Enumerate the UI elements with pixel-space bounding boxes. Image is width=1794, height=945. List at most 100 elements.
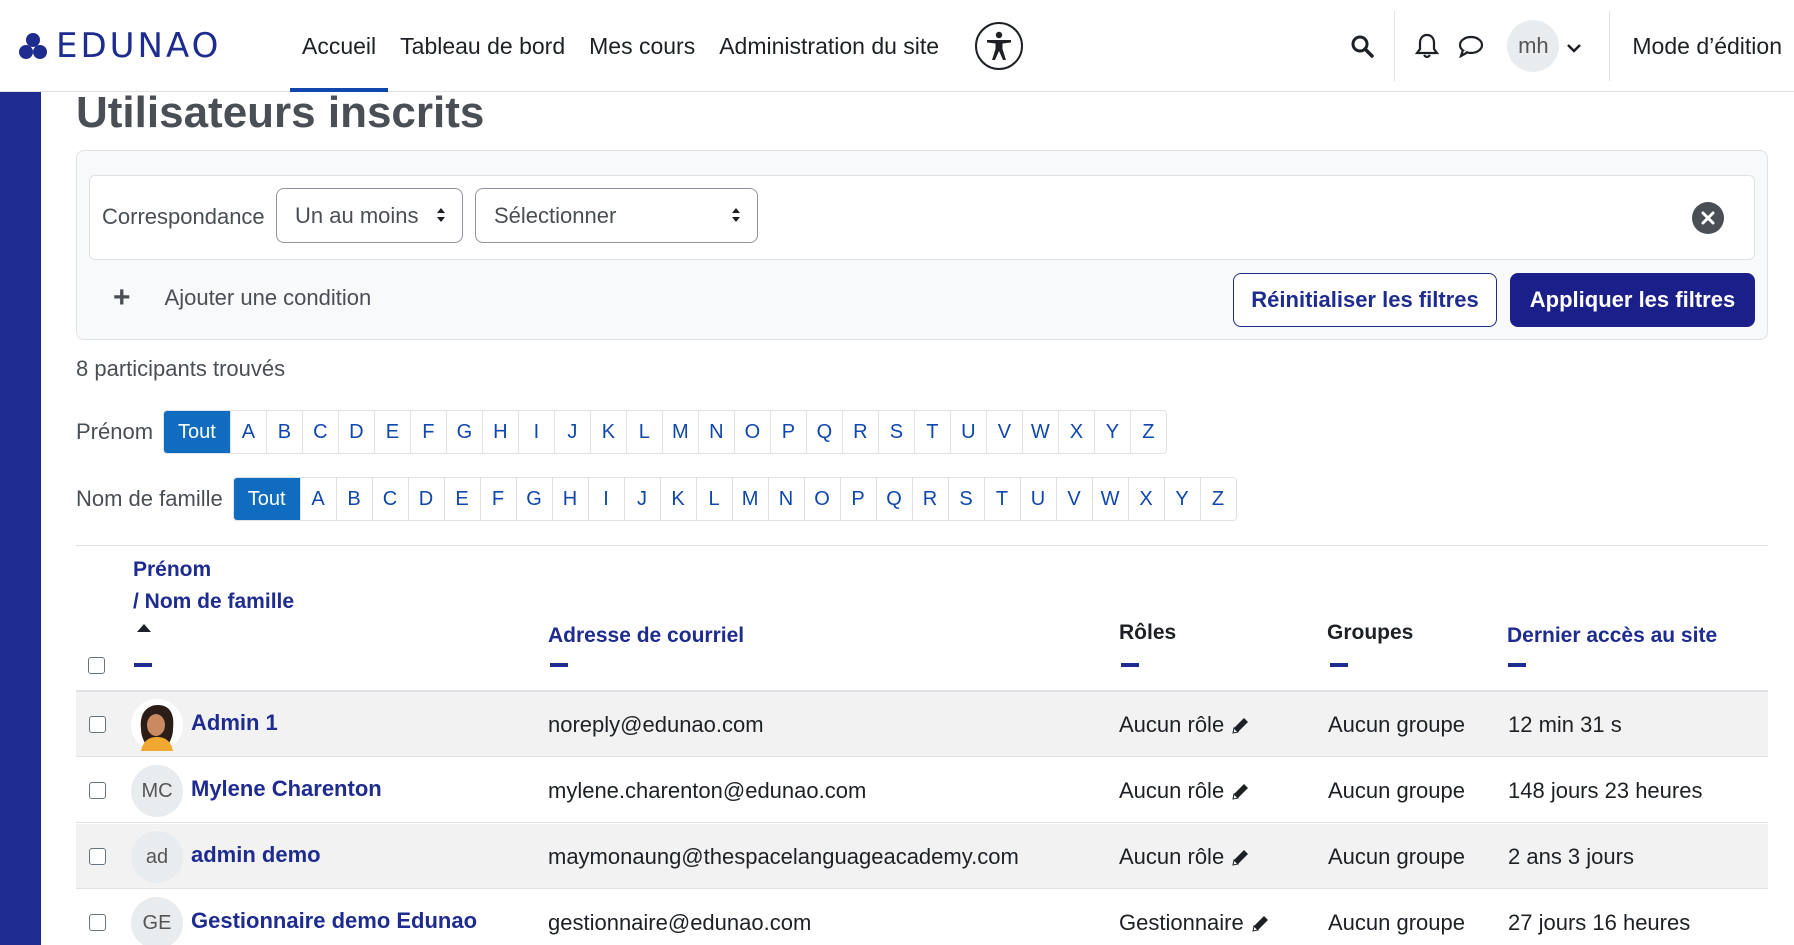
header-firstname[interactable]: Prénom bbox=[133, 558, 211, 582]
nav-site-admin[interactable]: Administration du site bbox=[707, 0, 951, 92]
bell-icon[interactable] bbox=[1405, 24, 1449, 68]
pencil-icon[interactable] bbox=[1250, 914, 1270, 934]
chevron-down-icon[interactable] bbox=[1567, 33, 1582, 59]
initial-letter-t[interactable]: T bbox=[913, 411, 950, 453]
initial-letter-g[interactable]: G bbox=[445, 411, 482, 453]
initial-letter-x[interactable]: X bbox=[1127, 478, 1164, 520]
initial-letter-l[interactable]: L bbox=[625, 411, 662, 453]
avatar[interactable] bbox=[131, 699, 183, 751]
initial-letter-a[interactable]: A bbox=[299, 478, 336, 520]
initial-letter-p[interactable]: P bbox=[769, 411, 806, 453]
header-lastname[interactable]: / Nom de famille bbox=[133, 590, 294, 614]
collapse-column-icon[interactable] bbox=[1508, 663, 1526, 667]
initial-letter-c[interactable]: C bbox=[371, 478, 408, 520]
collapse-column-icon[interactable] bbox=[1121, 663, 1139, 667]
initial-letter-o[interactable]: O bbox=[733, 411, 770, 453]
select-all-checkbox[interactable] bbox=[88, 657, 105, 674]
brand-logo[interactable]: EDUNAO bbox=[18, 26, 221, 66]
initial-letter-y[interactable]: Y bbox=[1093, 411, 1130, 453]
edit-mode-toggle[interactable]: Mode d’édition bbox=[1620, 33, 1794, 60]
initial-letter-l[interactable]: L bbox=[695, 478, 732, 520]
initial-letter-v[interactable]: V bbox=[985, 411, 1022, 453]
accessibility-icon[interactable] bbox=[975, 22, 1024, 70]
initial-letter-w[interactable]: W bbox=[1091, 478, 1128, 520]
initial-letter-e[interactable]: E bbox=[443, 478, 480, 520]
initial-letter-n[interactable]: N bbox=[697, 411, 734, 453]
match-select[interactable]: Un au moins bbox=[276, 188, 463, 243]
initial-letter-h[interactable]: H bbox=[481, 411, 518, 453]
user-name-link[interactable]: admin demo bbox=[191, 842, 321, 868]
initial-letter-k[interactable]: K bbox=[589, 411, 626, 453]
nav-home[interactable]: Accueil bbox=[290, 0, 389, 92]
initial-letter-q[interactable]: Q bbox=[805, 411, 842, 453]
initial-letter-q[interactable]: Q bbox=[875, 478, 912, 520]
initial-letter-x[interactable]: X bbox=[1057, 411, 1094, 453]
initial-letter-t[interactable]: T bbox=[983, 478, 1020, 520]
initial-letter-d[interactable]: D bbox=[407, 478, 444, 520]
initial-letter-k[interactable]: K bbox=[659, 478, 696, 520]
initial-letter-e[interactable]: E bbox=[373, 411, 410, 453]
initial-letter-y[interactable]: Y bbox=[1163, 478, 1200, 520]
filter-type-select[interactable]: Sélectionner bbox=[475, 188, 758, 243]
initial-letter-u[interactable]: U bbox=[1019, 478, 1056, 520]
row-checkbox[interactable] bbox=[89, 848, 106, 865]
initial-letter-u[interactable]: U bbox=[949, 411, 986, 453]
initial-letter-i[interactable]: I bbox=[517, 411, 554, 453]
initial-letter-m[interactable]: M bbox=[661, 411, 698, 453]
pencil-icon[interactable] bbox=[1230, 848, 1250, 868]
avatar[interactable]: GE bbox=[131, 897, 183, 945]
initial-letter-w[interactable]: W bbox=[1021, 411, 1058, 453]
initial-letter-n[interactable]: N bbox=[767, 478, 804, 520]
remove-condition-icon[interactable] bbox=[1692, 202, 1724, 234]
pencil-icon[interactable] bbox=[1230, 782, 1250, 802]
initial-letter-m[interactable]: M bbox=[731, 478, 768, 520]
avatar[interactable]: MC bbox=[131, 765, 183, 817]
initial-all[interactable]: Tout bbox=[164, 411, 230, 453]
initial-letter-z[interactable]: Z bbox=[1199, 478, 1236, 520]
search-icon[interactable] bbox=[1340, 24, 1384, 68]
initial-letter-f[interactable]: F bbox=[409, 411, 446, 453]
initial-letter-c[interactable]: C bbox=[301, 411, 338, 453]
initial-letter-b[interactable]: B bbox=[335, 478, 372, 520]
user-name-link[interactable]: Mylene Charenton bbox=[191, 776, 382, 802]
user-avatar[interactable]: mh bbox=[1507, 20, 1560, 72]
initial-letter-r[interactable]: R bbox=[911, 478, 948, 520]
initial-letter-z[interactable]: Z bbox=[1129, 411, 1166, 453]
initial-letter-h[interactable]: H bbox=[551, 478, 588, 520]
pencil-icon[interactable] bbox=[1230, 716, 1250, 736]
initial-letter-f[interactable]: F bbox=[479, 478, 516, 520]
initial-letter-j[interactable]: J bbox=[623, 478, 660, 520]
header-last-access[interactable]: Dernier accès au site bbox=[1507, 624, 1717, 648]
collapse-column-icon[interactable] bbox=[1330, 663, 1348, 667]
apply-filters-button[interactable]: Appliquer les filtres bbox=[1510, 273, 1755, 327]
initial-letter-j[interactable]: J bbox=[553, 411, 590, 453]
initial-all[interactable]: Tout bbox=[233, 478, 300, 520]
nav-my-courses[interactable]: Mes cours bbox=[577, 0, 707, 92]
collapse-column-icon[interactable] bbox=[550, 663, 568, 667]
reset-filters-button[interactable]: Réinitialiser les filtres bbox=[1233, 273, 1497, 327]
row-checkbox[interactable] bbox=[89, 782, 106, 799]
initial-letter-s[interactable]: S bbox=[877, 411, 914, 453]
initial-letter-v[interactable]: V bbox=[1055, 478, 1092, 520]
initial-letter-p[interactable]: P bbox=[839, 478, 876, 520]
initials-bar: Tout ABCDEFGHIJKLMNOPQRSTUVWXYZ bbox=[163, 410, 1167, 454]
initial-letter-a[interactable]: A bbox=[229, 411, 266, 453]
user-name-link[interactable]: Gestionnaire demo Edunao bbox=[191, 908, 477, 934]
row-checkbox[interactable] bbox=[89, 716, 106, 733]
initial-letter-s[interactable]: S bbox=[947, 478, 984, 520]
user-name-link[interactable]: Admin 1 bbox=[191, 710, 278, 736]
add-condition-button[interactable]: + Ajouter une condition bbox=[113, 281, 371, 315]
nav-dashboard[interactable]: Tableau de bord bbox=[388, 0, 577, 92]
avatar[interactable]: ad bbox=[131, 831, 183, 883]
initial-letter-g[interactable]: G bbox=[515, 478, 552, 520]
collapse-column-icon[interactable] bbox=[134, 663, 152, 667]
header-email[interactable]: Adresse de courriel bbox=[548, 624, 744, 648]
initial-letter-o[interactable]: O bbox=[803, 478, 840, 520]
row-checkbox[interactable] bbox=[89, 914, 106, 931]
sort-caret-icon bbox=[437, 208, 445, 222]
initial-letter-r[interactable]: R bbox=[841, 411, 878, 453]
chat-bubble-icon[interactable] bbox=[1449, 24, 1493, 68]
initial-letter-d[interactable]: D bbox=[337, 411, 374, 453]
initial-letter-i[interactable]: I bbox=[587, 478, 624, 520]
initial-letter-b[interactable]: B bbox=[265, 411, 302, 453]
